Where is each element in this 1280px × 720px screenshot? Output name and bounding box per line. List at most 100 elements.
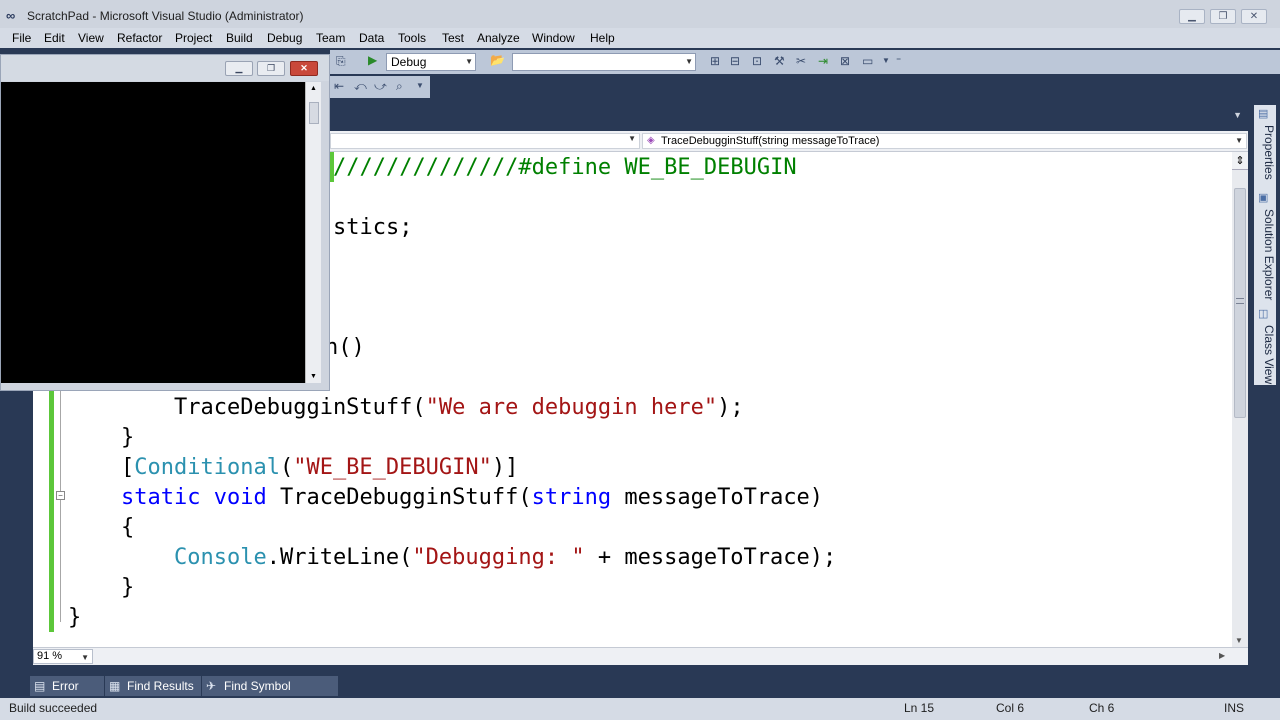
visual-studio-logo-icon: ∞ xyxy=(6,8,16,23)
types-dropdown[interactable]: ▼ xyxy=(330,133,640,149)
chevron-down-icon: ▼ xyxy=(81,653,89,662)
code-line: } xyxy=(68,605,82,630)
tool-window-tabs: ▤ Error List ▦ Find Results 1 ✈ Find Sym… xyxy=(30,676,340,713)
auto-hide-side-tabs: ▤ Properties ▣ Solution Explorer ◫ Class… xyxy=(1254,105,1276,385)
uncomment-icon[interactable]: ⤻ xyxy=(374,79,387,94)
editor-vertical-scrollbar[interactable]: ⇕ ▼ xyxy=(1232,152,1248,647)
status-message: Build succeeded xyxy=(9,701,98,715)
scroll-down-icon[interactable]: ▼ xyxy=(310,373,317,380)
properties-tab[interactable]: ▤ Properties xyxy=(1254,105,1276,185)
menu-build[interactable]: Build xyxy=(226,31,253,45)
navigate-icon[interactable]: ⎘ xyxy=(336,54,346,69)
status-column: Col 6 xyxy=(996,701,1025,715)
toolbar-options-icon[interactable]: ▼ xyxy=(416,81,424,90)
console-title-bar[interactable]: ▁ ❐ ✕ xyxy=(1,55,329,81)
menu-tools[interactable]: Tools xyxy=(398,31,426,45)
find-in-files-icon[interactable]: 📂 xyxy=(490,53,505,67)
menu-edit[interactable]: Edit xyxy=(44,31,65,45)
menu-refactor[interactable]: Refactor xyxy=(117,31,162,45)
zoom-level-select[interactable]: 91 % ▼ xyxy=(33,649,93,664)
scroll-grip xyxy=(1236,298,1244,304)
scroll-down-icon[interactable]: ▼ xyxy=(1235,636,1243,645)
code-line: //////////////#define WE_BE_DEBUGIN xyxy=(333,155,797,180)
scroll-up-icon[interactable]: ▲ xyxy=(310,85,317,92)
code-line: { xyxy=(121,515,135,540)
chevron-down-icon: ▼ xyxy=(1235,136,1243,145)
class-view-icon: ◫ xyxy=(1258,308,1269,320)
chevron-down-icon: ▼ xyxy=(685,57,693,66)
active-files-dropdown-icon[interactable]: ▼ xyxy=(1233,110,1242,120)
menu-debug[interactable]: Debug xyxy=(267,31,302,45)
menu-project[interactable]: Project xyxy=(175,31,212,45)
error-list-tab[interactable]: ▤ Error List xyxy=(30,676,104,713)
find-combo[interactable]: ▼ xyxy=(512,53,696,71)
error-list-icon: ▤ xyxy=(34,679,46,693)
menu-view[interactable]: View xyxy=(78,31,104,45)
menu-analyze[interactable]: Analyze xyxy=(477,31,520,45)
scroll-right-icon[interactable]: ▶ xyxy=(1219,651,1225,660)
chevron-down-icon: ▼ xyxy=(465,57,473,66)
status-line: Ln 15 xyxy=(904,701,935,715)
menu-test[interactable]: Test xyxy=(442,31,464,45)
solution-explorer-icon: ▣ xyxy=(1258,192,1269,204)
navigation-bar: ▼ ◈ TraceDebugginStuff(string messageToT… xyxy=(330,131,1248,152)
members-dropdown[interactable]: ◈ TraceDebugginStuff(string messageToTra… xyxy=(642,133,1247,149)
start-debugging-icon[interactable]: ▶ xyxy=(368,53,377,67)
console-minimize-button[interactable]: ▁ xyxy=(225,61,253,76)
scroll-thumb[interactable] xyxy=(309,102,319,124)
find-symbol-icon: ✈ xyxy=(206,679,217,693)
editor-horizontal-scrollbar[interactable]: 91 % ▼ ▶ xyxy=(33,647,1248,665)
solution-explorer-icon[interactable]: ⊞ xyxy=(710,54,720,68)
code-line: n() xyxy=(325,335,365,360)
text-editor-toolbar: ⇤ ⤺ ⤻ ⌕ ▼ xyxy=(330,76,430,98)
title-bar: ∞ ScratchPad - Microsoft Visual Studio (… xyxy=(0,0,1280,30)
console-maximize-button[interactable]: ❐ xyxy=(257,61,285,76)
indent-icon[interactable]: ⇤ xyxy=(334,79,344,93)
code-line: stics; xyxy=(333,215,413,240)
code-line: } xyxy=(121,425,135,450)
console-close-button[interactable]: ✕ xyxy=(290,61,318,76)
menu-team[interactable]: Team xyxy=(316,31,345,45)
console-window[interactable]: ▁ ❐ ✕ ▲ ▼ xyxy=(0,54,330,391)
status-insert-mode: INS xyxy=(1224,701,1245,715)
window-title: ScratchPad - Microsoft Visual Studio (Ad… xyxy=(27,9,304,23)
extension-manager-icon[interactable]: ⊠ xyxy=(840,54,850,68)
start-page-icon[interactable]: ⇥ xyxy=(818,54,828,68)
console-scrollbar[interactable]: ▲ ▼ xyxy=(305,82,321,383)
status-character: Ch 6 xyxy=(1089,701,1115,715)
toolbar-dropdown-icon[interactable]: ▼ xyxy=(882,56,890,65)
toolbar-options-icon[interactable]: ⁼ xyxy=(896,56,901,67)
status-bar: Build succeeded Ln 15 Col 6 Ch 6 INS xyxy=(0,698,1280,720)
command-window-icon[interactable]: ▭ xyxy=(862,54,873,68)
find-results-icon: ▦ xyxy=(109,679,121,693)
document-tab-strip: ▼ xyxy=(330,100,1250,130)
method-icon: ◈ xyxy=(647,135,655,146)
bookmark-icon[interactable]: ⌕ xyxy=(396,79,403,94)
menu-window[interactable]: Window xyxy=(532,31,575,45)
properties-icon[interactable]: ⊟ xyxy=(730,54,740,68)
maximize-button[interactable]: ❐ xyxy=(1210,9,1236,24)
find-symbol-results-tab[interactable]: ✈ Find Symbol Results xyxy=(202,676,338,713)
console-output xyxy=(1,82,305,383)
chevron-down-icon: ▼ xyxy=(628,134,636,143)
menu-file[interactable]: File xyxy=(12,31,31,45)
code-line: Console.WriteLine("Debugging: " + messag… xyxy=(174,545,837,570)
solution-explorer-tab[interactable]: ▣ Solution Explorer xyxy=(1254,189,1276,307)
standard-toolbar: ⎘ ▶ Debug ▼ 📂 ▼ ⊞ ⊟ ⊡ ⚒ ✂ ⇥ ⊠ ▭ ▼ ⁼ xyxy=(330,50,1280,74)
code-line: TraceDebugginStuff("We are debuggin here… xyxy=(174,395,744,420)
comment-icon[interactable]: ⤺ xyxy=(354,79,367,94)
properties-icon: ▤ xyxy=(1258,108,1269,120)
toolbox-icon[interactable]: ⚒ xyxy=(774,54,785,68)
class-view-tab[interactable]: ◫ Class View xyxy=(1254,305,1276,385)
close-button[interactable]: ✕ xyxy=(1241,9,1267,24)
split-window-icon[interactable]: ⇕ xyxy=(1232,152,1248,170)
solution-configuration-select[interactable]: Debug ▼ xyxy=(386,53,476,71)
code-line: [Conditional("WE_BE_DEBUGIN")] xyxy=(121,455,519,480)
object-browser-icon[interactable]: ⊡ xyxy=(752,54,762,68)
tools-icon[interactable]: ✂ xyxy=(796,54,806,68)
minimize-button[interactable]: ▁ xyxy=(1179,9,1205,24)
collapse-toggle[interactable]: − xyxy=(56,491,65,500)
menu-help[interactable]: Help xyxy=(590,31,615,45)
find-results-tab[interactable]: ▦ Find Results 1 xyxy=(105,676,201,713)
menu-data[interactable]: Data xyxy=(359,31,384,45)
